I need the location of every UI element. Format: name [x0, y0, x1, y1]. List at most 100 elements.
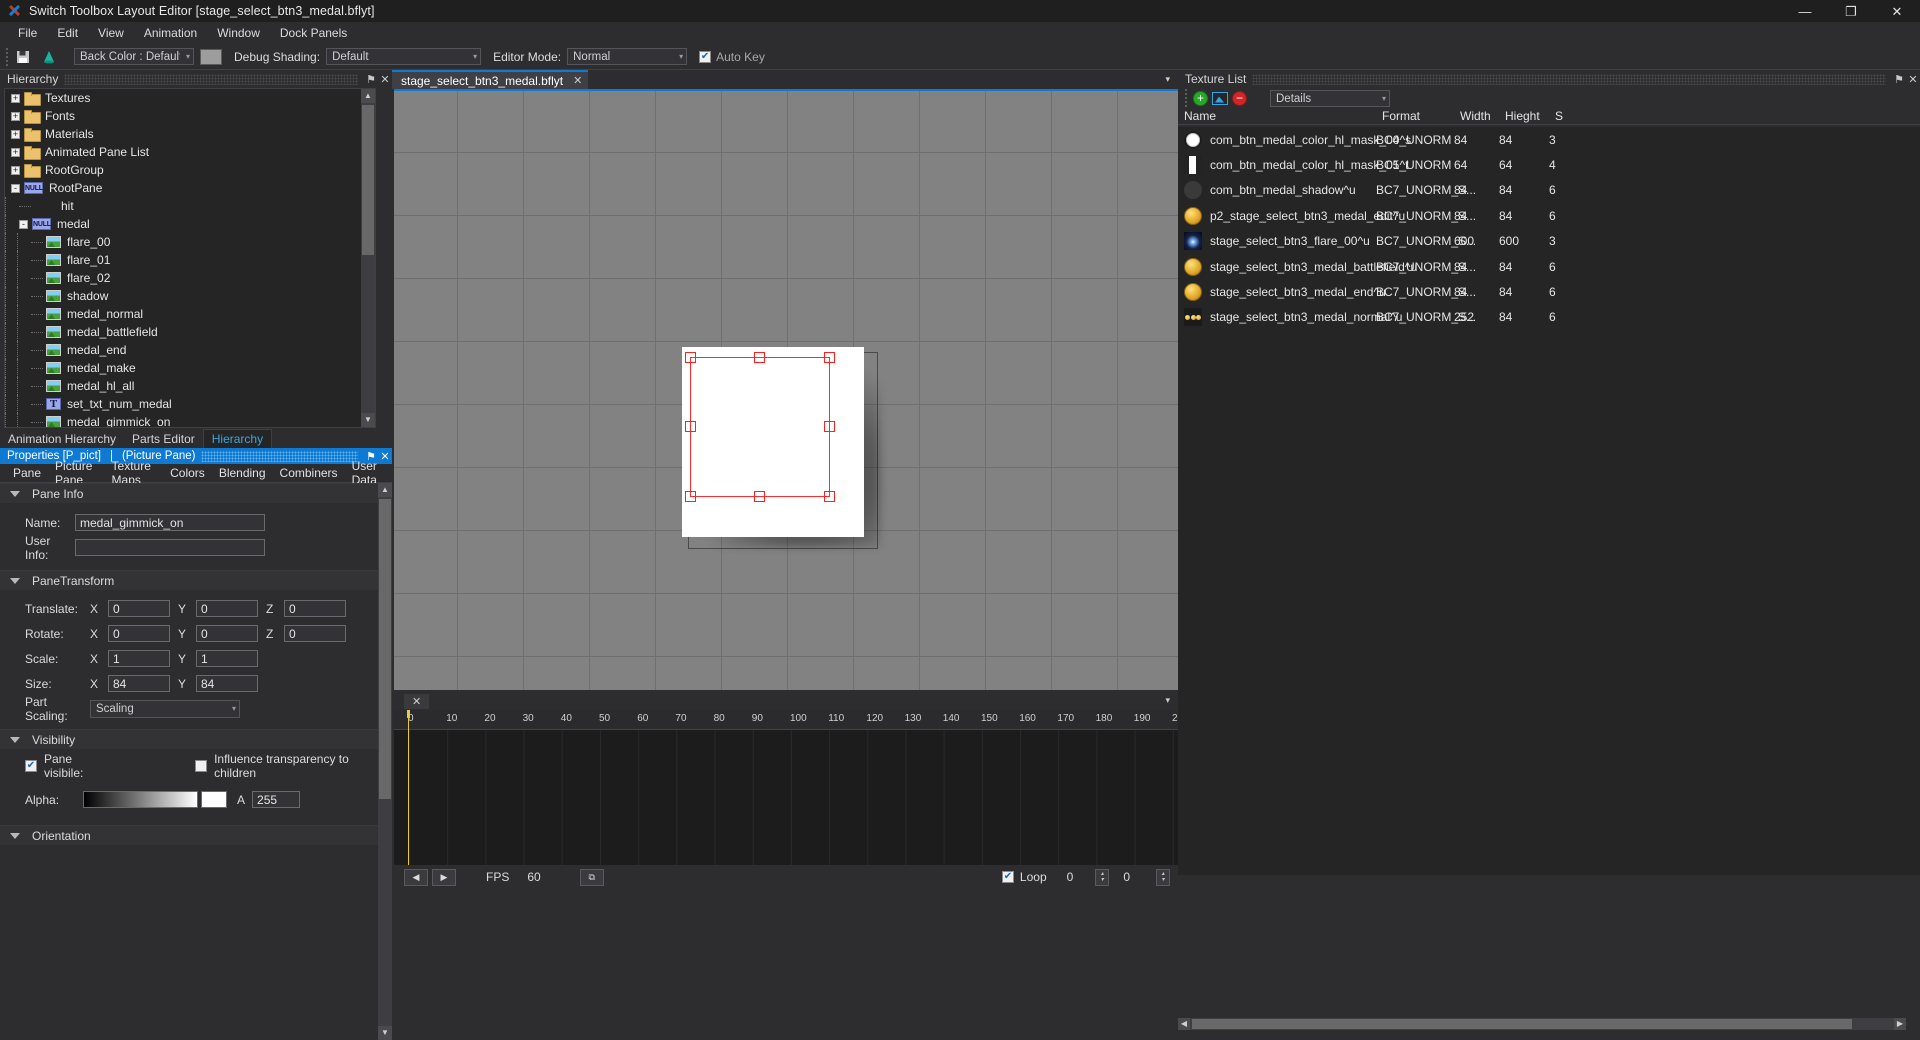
user-info-input[interactable] — [75, 539, 265, 556]
close-icon[interactable]: ✕ — [412, 695, 421, 708]
alpha-value-input[interactable]: 255 — [252, 791, 301, 808]
scale-y-input[interactable]: 1 — [196, 650, 258, 667]
tree-node[interactable]: medal_make — [5, 359, 375, 377]
scroll-up-icon[interactable]: ▲ — [361, 89, 375, 103]
alpha-color-swatch[interactable] — [201, 791, 227, 808]
menu-item-file[interactable]: File — [8, 23, 47, 43]
export-texture-icon[interactable] — [1212, 91, 1228, 105]
tree-node[interactable]: flare_02 — [5, 269, 375, 287]
resize-handle-bottom-center[interactable] — [754, 491, 765, 502]
tab-hierarchy[interactable]: Hierarchy — [202, 429, 273, 448]
document-tab-active[interactable]: stage_select_btn3_medal.bflyt ✕ — [392, 70, 589, 89]
spin-down-icon[interactable]: ▾ — [1161, 877, 1164, 883]
play-button[interactable]: ▶ — [432, 868, 456, 886]
texture-view-mode-select[interactable]: Details ▾ — [1270, 90, 1390, 107]
scale-x-input[interactable]: 1 — [108, 650, 170, 667]
tree-expander[interactable]: - — [19, 219, 28, 229]
close-icon[interactable]: ✕ — [1906, 73, 1920, 86]
tree-node[interactable]: hit — [5, 197, 375, 215]
name-input[interactable]: medal_gimmick_on — [75, 514, 265, 531]
texture-row[interactable]: com_btn_medal_color_hl_mask_00^s BC4_UNOR… — [1178, 127, 1920, 152]
add-keyframe-button[interactable]: ⧉ — [579, 868, 604, 886]
texture-row[interactable]: com_btn_medal_color_hl_mask_01^t BC5_UNOR… — [1178, 152, 1920, 177]
tab-pane[interactable]: Pane — [6, 464, 48, 482]
resize-handle-bottom-right[interactable] — [824, 491, 835, 502]
tab-blending[interactable]: Blending — [212, 464, 273, 482]
back-color-select[interactable]: Back Color : Default ▾ — [74, 48, 194, 65]
scroll-down-icon[interactable]: ▼ — [378, 1026, 392, 1040]
size-y-input[interactable]: 84 — [196, 675, 258, 692]
resize-handle-top-right[interactable] — [824, 352, 835, 363]
hierarchy-tree[interactable]: + Textures + Fonts + Materials + Animated Pane … — [4, 88, 376, 428]
tree-expander[interactable]: + — [11, 111, 20, 121]
frame-value[interactable]: 0 — [1123, 870, 1130, 884]
tree-node[interactable]: flare_00 — [5, 233, 375, 251]
tree-node[interactable]: + Fonts — [5, 107, 375, 125]
translate-z-input[interactable]: 0 — [284, 600, 346, 617]
tree-expander[interactable]: + — [11, 129, 20, 139]
timeline-track-area[interactable] — [394, 730, 1178, 865]
scroll-thumb[interactable] — [379, 499, 391, 799]
scroll-left-icon[interactable]: ◀ — [1178, 1018, 1190, 1030]
tree-node[interactable]: - NULL medal — [5, 215, 375, 233]
hierarchy-scrollbar[interactable]: ▲ ▼ — [361, 89, 375, 427]
remove-texture-icon[interactable]: − — [1232, 90, 1247, 106]
timeline-playhead[interactable] — [407, 710, 410, 865]
section-orientation[interactable]: Orientation — [0, 825, 392, 845]
texture-row[interactable]: stage_select_btn3_flare_00^u BC7_UNORM_S.… — [1178, 229, 1920, 254]
tree-node[interactable]: medal_end — [5, 341, 375, 359]
tree-node[interactable]: + Textures — [5, 89, 375, 107]
layout-viewport[interactable] — [394, 89, 1178, 690]
pin-icon[interactable]: ⚑ — [364, 73, 378, 86]
section-pane-transform[interactable]: PaneTransform — [0, 570, 392, 590]
menu-item-animation[interactable]: Animation — [134, 23, 207, 43]
resize-handle-top-left[interactable] — [685, 352, 696, 363]
resize-handle-middle-right[interactable] — [824, 421, 835, 432]
loop-checkbox[interactable]: ✔ — [1001, 871, 1014, 883]
tree-node[interactable]: medal_hl_all — [5, 377, 375, 395]
close-button[interactable]: ✕ — [1874, 0, 1920, 22]
tab-animation-hierarchy[interactable]: Animation Hierarchy — [0, 430, 124, 448]
timeline-ruler[interactable]: 0 10 20 30 40 50 60 70 80 90 100 110 120 130 140 150 160… — [394, 710, 1189, 730]
loop-stepper[interactable]: ▴ ▾ — [1095, 868, 1110, 886]
toolbar-grip[interactable] — [1183, 89, 1189, 107]
section-pane-info[interactable]: Pane Info — [0, 483, 392, 503]
translate-x-input[interactable]: 0 — [108, 600, 170, 617]
translate-y-input[interactable]: 0 — [196, 600, 258, 617]
tree-expander[interactable]: + — [11, 93, 20, 103]
menu-item-dock-panels[interactable]: Dock Panels — [270, 23, 357, 43]
tree-expander[interactable]: - — [11, 183, 20, 193]
rotate-y-input[interactable]: 0 — [196, 625, 258, 642]
add-texture-icon[interactable]: + — [1193, 90, 1208, 106]
spin-down-icon[interactable]: ▾ — [1101, 877, 1104, 883]
fps-value[interactable]: 60 — [527, 870, 540, 884]
debug-shading-select[interactable]: Default ▾ — [326, 48, 482, 65]
tree-node[interactable]: medal_battlefield — [5, 323, 375, 341]
save-icon[interactable] — [12, 46, 34, 68]
alpha-slider[interactable] — [83, 791, 198, 808]
menu-item-view[interactable]: View — [88, 23, 134, 43]
texture-row[interactable]: stage_select_btn3_medal_normal^u BC7_UNOR… — [1178, 305, 1920, 330]
column-header-s[interactable]: S — [1549, 109, 1569, 123]
back-color-swatch[interactable] — [200, 48, 222, 65]
minimize-button[interactable]: — — [1782, 0, 1828, 22]
size-x-input[interactable]: 84 — [108, 675, 170, 692]
tree-node[interactable]: + Materials — [5, 125, 375, 143]
auto-key-checkbox[interactable]: ✔ — [699, 50, 712, 63]
frame-stepper[interactable]: ▴ ▾ — [1156, 868, 1170, 886]
menu-item-edit[interactable]: Edit — [47, 23, 88, 43]
rotate-x-input[interactable]: 0 — [108, 625, 170, 642]
chevron-down-icon[interactable]: ▾ — [1165, 74, 1170, 85]
pane-visible-checkbox[interactable]: ✔ — [25, 760, 37, 772]
texture-row[interactable]: stage_select_btn3_medal_battlefield^u BC7… — [1178, 254, 1920, 279]
tree-node[interactable]: + RootGroup — [5, 161, 375, 179]
tree-node[interactable]: - NULL RootPane — [5, 179, 375, 197]
scroll-up-icon[interactable]: ▲ — [378, 483, 392, 497]
scroll-thumb[interactable] — [1192, 1019, 1852, 1029]
pin-icon[interactable]: ⚑ — [1892, 73, 1906, 86]
scroll-thumb[interactable] — [362, 105, 374, 255]
timeline-tab[interactable]: ✕ — [404, 693, 430, 709]
tree-expander[interactable]: + — [11, 165, 20, 175]
playhead-handle[interactable] — [407, 710, 410, 718]
properties-scrollbar[interactable]: ▲ ▼ — [378, 483, 392, 1040]
